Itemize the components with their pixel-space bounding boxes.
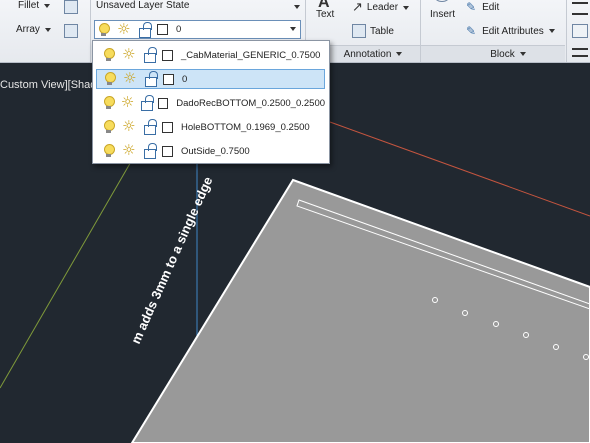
- viewport-label[interactable]: Custom View][Shad: [0, 79, 96, 91]
- layer-unlock-icon[interactable]: [139, 95, 155, 111]
- edit-button[interactable]: ✎ Edit: [466, 0, 499, 14]
- layer-name: OutSide_0.7500: [181, 145, 250, 157]
- modify-3d-icon[interactable]: [64, 0, 78, 14]
- edit-attributes-button[interactable]: ✎ Edit Attributes: [466, 24, 555, 38]
- list-icon[interactable]: [572, 48, 588, 57]
- fillet-label: Fillet: [18, 0, 40, 11]
- layer-thaw-icon[interactable]: [122, 142, 136, 159]
- layer-on-icon[interactable]: [97, 22, 111, 38]
- layer-on-icon[interactable]: [102, 47, 116, 63]
- edit-attributes-icon: ✎: [466, 24, 477, 38]
- current-layer-name: 0: [176, 24, 182, 35]
- layer-color-swatch[interactable]: [157, 24, 168, 35]
- layer-list-item[interactable]: HoleBOTTOM_0.1969_0.2500: [96, 117, 325, 137]
- array-caret-icon[interactable]: [44, 27, 51, 32]
- layer-unlock-icon[interactable]: [142, 47, 157, 63]
- table-button[interactable]: Table: [352, 24, 394, 38]
- offset-icon[interactable]: [64, 24, 78, 38]
- array-label: Array: [16, 24, 40, 35]
- layer-state-caret-icon[interactable]: [294, 5, 300, 9]
- block-panel-caret-icon[interactable]: [519, 52, 526, 56]
- layer-color-swatch[interactable]: [162, 49, 173, 61]
- layer-combo[interactable]: 0: [94, 20, 301, 39]
- leader-label: Leader: [366, 2, 399, 13]
- layer-name: HoleBOTTOM_0.1969_0.2500: [181, 121, 310, 133]
- insert-label: Insert: [430, 9, 456, 20]
- layer-unlock-icon[interactable]: [137, 21, 152, 38]
- insert-button[interactable]: Insert: [430, 9, 455, 20]
- layer-list-item[interactable]: OutSide_0.7500: [96, 141, 325, 161]
- layer-dropdown-list: _CabMaterial_GENERIC_0.7500 0 DadoRecBOT…: [92, 40, 330, 164]
- block-panel-bar[interactable]: Block: [421, 45, 565, 62]
- edit-attributes-caret-icon[interactable]: [548, 29, 555, 33]
- layer-thaw-icon[interactable]: [121, 94, 134, 111]
- layer-on-icon[interactable]: [103, 71, 117, 87]
- table-label: Table: [370, 25, 394, 37]
- annotation-panel-label: Annotation: [343, 48, 392, 60]
- layer-list-item[interactable]: _CabMaterial_GENERIC_0.7500: [96, 45, 325, 65]
- layer-list-item[interactable]: 0: [96, 69, 325, 89]
- layer-unlock-icon[interactable]: [142, 143, 157, 159]
- fillet-caret-icon[interactable]: [44, 3, 51, 8]
- edit-label: Edit: [482, 1, 500, 13]
- properties-icon[interactable]: [572, 2, 588, 15]
- edit-attributes-label: Edit Attributes: [482, 25, 544, 37]
- leader-caret-icon[interactable]: [403, 5, 410, 10]
- ribbon-separator: [566, 0, 567, 62]
- insert-icon[interactable]: [434, 0, 450, 2]
- layer-on-icon[interactable]: [102, 119, 116, 135]
- layer-thaw-icon[interactable]: [117, 21, 131, 38]
- edit-icon: ✎: [466, 0, 477, 14]
- leader-icon: ↗: [352, 0, 363, 15]
- layer-combo-caret-icon[interactable]: [290, 27, 296, 31]
- fillet-button[interactable]: Fillet: [0, 0, 51, 11]
- layer-thaw-icon[interactable]: [122, 46, 136, 63]
- annotation-panel-caret-icon[interactable]: [396, 52, 403, 56]
- layer-state-combo[interactable]: Unsaved Layer State: [94, 0, 304, 15]
- layer-color-swatch[interactable]: [163, 73, 174, 85]
- layer-name: 0: [182, 73, 188, 85]
- layer-unlock-icon[interactable]: [142, 119, 157, 135]
- block-panel-label: Block: [490, 48, 515, 60]
- array-button[interactable]: Array: [0, 24, 51, 35]
- list-icon[interactable]: [572, 24, 588, 38]
- layer-color-swatch[interactable]: [162, 121, 173, 133]
- layer-name: DadoRecBOTTOM_0.2500_0.2500: [176, 97, 326, 109]
- layer-color-swatch[interactable]: [158, 97, 169, 109]
- layer-color-swatch[interactable]: [162, 145, 173, 157]
- layer-unlock-icon[interactable]: [143, 71, 158, 87]
- layer-state-label: Unsaved Layer State: [96, 0, 190, 11]
- layer-on-icon[interactable]: [102, 95, 115, 111]
- text-icon[interactable]: A: [318, 0, 330, 12]
- layer-thaw-icon[interactable]: [122, 118, 136, 135]
- layer-name: _CabMaterial_GENERIC_0.7500: [181, 49, 321, 61]
- layer-list-item[interactable]: DadoRecBOTTOM_0.2500_0.2500: [96, 93, 325, 113]
- table-icon: [352, 24, 366, 38]
- layer-on-icon[interactable]: [102, 143, 116, 159]
- ribbon-separator: [90, 0, 91, 62]
- leader-button[interactable]: ↗ Leader: [352, 0, 410, 15]
- layer-thaw-icon[interactable]: [123, 70, 137, 87]
